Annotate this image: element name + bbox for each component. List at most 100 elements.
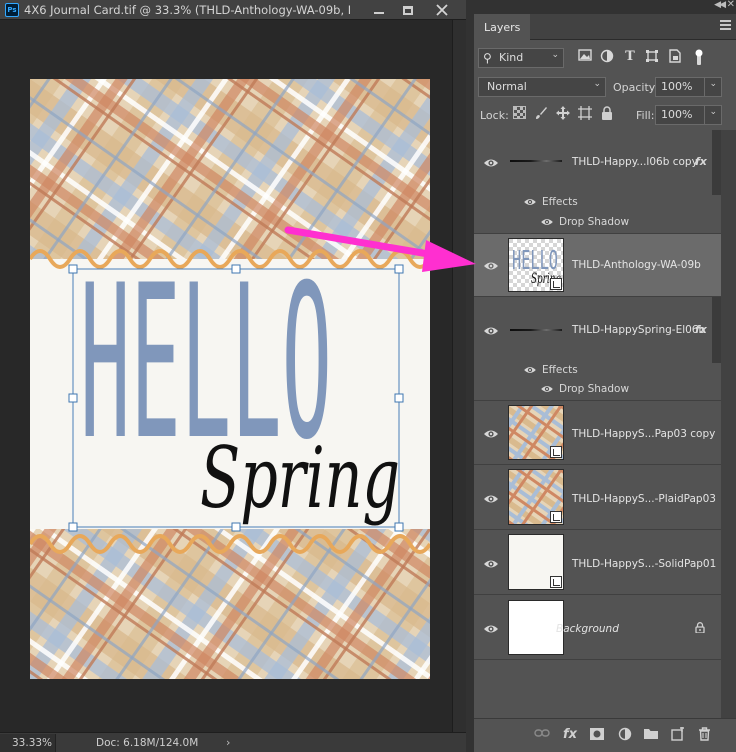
visibility-eye-icon[interactable] [523,197,537,207]
spring-word-art: Spring [200,429,400,527]
status-bar: 33.33% Doc: 6.18M/124.0M › [0,732,466,752]
filter-kind-select[interactable]: ⚲ Kind ⌄ [478,48,564,68]
visibility-eye-icon[interactable] [540,384,554,394]
delete-layer-trash-icon[interactable] [694,727,714,745]
visibility-eye-icon[interactable] [483,493,499,505]
lock-transparent-pixels-icon[interactable] [510,106,528,124]
chevron-down-icon: ⌄ [709,107,717,117]
opacity-slider-toggle[interactable]: ⌄ [704,77,722,97]
lock-image-pixels-brush-icon[interactable] [532,106,550,124]
visibility-eye-icon[interactable] [483,623,499,635]
layer-name[interactable]: THLD-HappySpring-El06b [572,324,705,336]
layer-name[interactable]: THLD-HappyS...Pap03 copy [572,428,715,440]
smart-object-badge-icon [550,511,562,523]
close-panel-icon[interactable]: ✕ [727,0,735,10]
layer-name[interactable]: THLD-Anthology-WA-09b [572,259,701,271]
filter-toggle-icon[interactable] [690,49,708,67]
document-size-info[interactable]: Doc: 6.18M/124.0M [96,737,198,749]
adjustment-layer-filter-icon[interactable] [598,49,616,67]
visibility-eye-icon[interactable] [483,428,499,440]
fx-icon[interactable]: fx [695,155,707,168]
layer-row[interactable]: Background [474,595,721,660]
tab-layers[interactable]: Layers [474,14,530,40]
artwork-svg: HELLO Spring [30,79,430,679]
layer-row[interactable]: THLD-Happy...l06b copy fx ^ Effects Drop… [474,130,721,234]
effects-row[interactable]: Effects [474,192,721,212]
add-layer-style-icon[interactable]: fx [560,727,580,745]
layer-row[interactable]: THLD-HappySpring-El06b fx ^ Effects Drop… [474,297,721,401]
lock-artboard-icon[interactable] [576,106,594,124]
layer-group-indicator [712,297,721,363]
layer-row-selected[interactable]: HELLO Spring THLD-Anthology-WA-09b [474,234,721,297]
shape-layer-filter-icon[interactable] [643,49,661,67]
smart-object-badge-icon [550,576,562,588]
document-canvas-area[interactable]: HELLO Spring [0,20,452,732]
close-button[interactable] [428,0,456,20]
fill-slider-toggle[interactable]: ⌄ [704,105,722,125]
effect-name: Drop Shadow [559,216,630,228]
layers-list[interactable]: THLD-Happy...l06b copy fx ^ Effects Drop… [474,130,736,718]
layer-group-indicator [712,130,721,195]
visibility-eye-icon[interactable] [483,325,499,337]
visibility-eye-icon[interactable] [483,558,499,570]
document-title: 4X6 Journal Card.tif @ 33.3% (THLD-Antho… [24,3,350,17]
layer-lock-icon[interactable] [695,622,705,633]
chevron-down-icon: ⌄ [593,79,601,89]
opacity-field[interactable]: 100% [655,77,705,97]
lock-position-move-icon[interactable] [554,106,572,124]
search-icon: ⚲ [483,51,492,65]
visibility-eye-icon[interactable] [540,217,554,227]
smart-object-badge-icon [550,446,562,458]
pixel-layer-filter-icon[interactable] [576,49,594,67]
layer-row[interactable]: THLD-HappyS...Pap03 copy [474,401,721,465]
new-adjustment-layer-icon[interactable] [615,727,635,745]
new-layer-icon[interactable] [668,726,688,745]
layer-thumbnail [508,469,564,525]
layer-thumbnail-line [510,160,562,162]
layer-thumbnail [508,405,564,460]
chevron-down-icon: ⌄ [709,79,717,89]
document-vertical-scrollbar[interactable] [452,20,466,732]
visibility-eye-icon[interactable] [483,157,499,169]
minimize-button[interactable] [365,0,393,20]
fill-field[interactable]: 100% [655,105,705,125]
type-layer-filter-icon[interactable]: T [621,49,639,67]
maximize-icon [403,5,413,15]
panel-gutter [466,0,474,752]
blend-mode-select[interactable]: Normal ⌄ [478,77,606,97]
link-layers-icon[interactable] [532,727,552,745]
opacity-label: Opacity: [613,81,659,94]
layers-vertical-scrollbar[interactable] [721,130,736,718]
status-menu-arrow[interactable]: › [226,736,230,749]
maximize-button[interactable] [394,0,422,20]
blend-mode-value: Normal [487,80,527,93]
layer-name[interactable]: Background [556,623,619,635]
effect-row-drop-shadow[interactable]: Drop Shadow [474,379,721,399]
effects-row[interactable]: Effects [474,360,721,380]
collapse-panels-icon[interactable]: ◀◀ [714,0,726,10]
lock-label: Lock: [480,109,509,122]
document-title-bar[interactable]: Ps 4X6 Journal Card.tif @ 33.3% (THLD-An… [0,0,466,20]
journal-card-artwork[interactable]: HELLO Spring [30,79,430,679]
layer-row[interactable]: THLD-HappyS...-SolidPap01 [474,530,721,595]
layers-panel: ◀◀ ✕ Layers ⚲ Kind ⌄ T Normal ⌄ Opacity:… [474,0,736,752]
effect-name: Drop Shadow [559,383,630,395]
new-group-folder-icon[interactable] [641,727,661,745]
visibility-eye-icon[interactable] [523,365,537,375]
layer-name[interactable]: THLD-Happy...l06b copy [572,156,698,168]
effect-row-drop-shadow[interactable]: Drop Shadow [474,212,721,232]
layer-name[interactable]: THLD-HappyS...-SolidPap01 [572,558,716,570]
layer-row[interactable]: THLD-HappyS...-PlaidPap03 [474,465,721,530]
effects-label: Effects [542,196,578,208]
panel-menu-icon[interactable] [720,20,731,30]
lock-all-icon[interactable] [598,106,616,124]
smart-object-filter-icon[interactable] [666,49,684,67]
visibility-eye-icon[interactable] [483,260,499,272]
document-window: Ps 4X6 Journal Card.tif @ 33.3% (THLD-An… [0,0,466,752]
layers-panel-toolbar: fx [474,718,736,752]
fx-icon[interactable]: fx [695,323,707,336]
panel-tab-bar: Layers [474,14,736,40]
add-mask-icon[interactable] [587,727,607,745]
zoom-level-field[interactable]: 33.33% [0,734,56,752]
layer-name[interactable]: THLD-HappyS...-PlaidPap03 [572,493,716,505]
